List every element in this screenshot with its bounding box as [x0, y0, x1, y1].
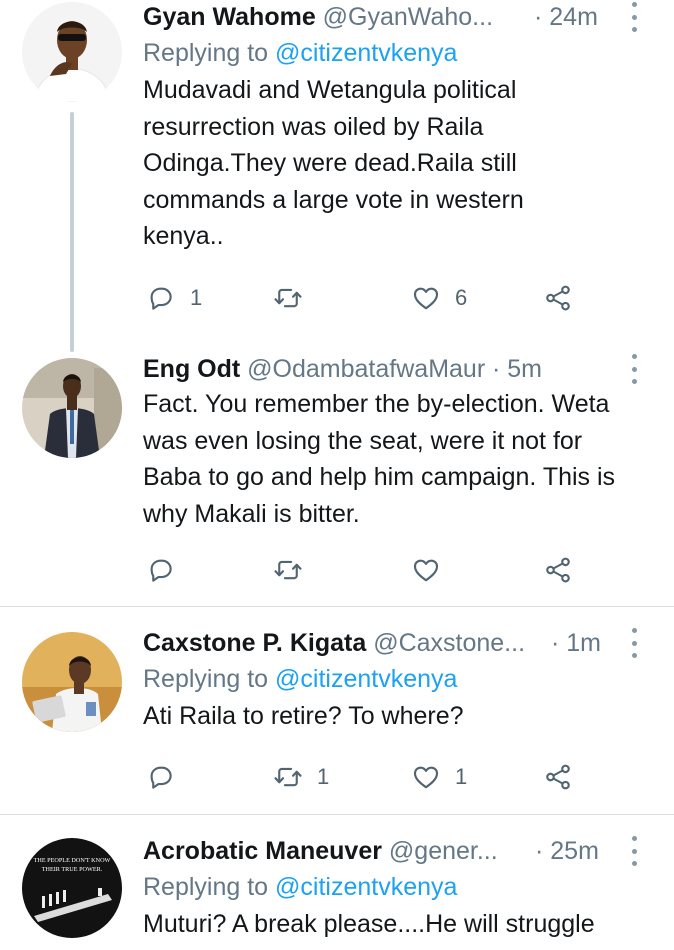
avatar[interactable]	[22, 2, 122, 102]
tweet[interactable]: THE PEOPLE DON'T KNOW THEIR TRUE POWER. …	[0, 834, 674, 950]
tweet-actions: 1 1	[143, 759, 603, 795]
replying-to: Replying to @citizentvkenya	[143, 34, 652, 72]
replying-to-label: Replying to	[143, 39, 269, 67]
mention-link[interactable]: @citizentvkenya	[275, 873, 457, 901]
tweet-text: Muturi? A break please....He will strugg…	[143, 910, 595, 938]
retweet-icon	[273, 762, 303, 792]
tweet-actions	[143, 552, 603, 588]
retweet-count: 1	[317, 764, 330, 789]
author-handle[interactable]: @GyanWaho...	[323, 3, 493, 31]
tweet-header: Gyan Wahome @GyanWaho... · 24m	[143, 0, 652, 34]
replies-feed: Gyan Wahome @GyanWaho... · 24m Replying …	[0, 0, 674, 950]
more-icon[interactable]	[628, 354, 640, 384]
avatar-caption-line: THEIR TRUE POWER.	[42, 866, 103, 873]
tweet[interactable]: Gyan Wahome @GyanWaho... · 24m Replying …	[0, 0, 674, 340]
tweet-text: Fact. You remember the by-election. Weta…	[143, 390, 616, 528]
author-name[interactable]: Eng Odt	[143, 355, 240, 383]
like-button[interactable]	[411, 552, 455, 588]
like-button[interactable]: 6	[411, 280, 467, 316]
reply-icon	[146, 283, 176, 313]
more-icon[interactable]	[628, 628, 640, 658]
share-icon	[543, 555, 573, 585]
avatar[interactable]	[22, 358, 122, 458]
avatar[interactable]	[22, 632, 122, 732]
author-name[interactable]: Gyan Wahome	[143, 3, 316, 31]
more-icon[interactable]	[628, 2, 640, 32]
like-icon	[411, 762, 441, 792]
reply-button[interactable]	[146, 552, 190, 588]
tweet[interactable]: Caxstone P. Kigata @Caxstone... · 1m Rep…	[0, 626, 674, 812]
divider	[0, 814, 674, 815]
retweet-button[interactable]	[273, 552, 317, 588]
tweet-actions: 1 6	[143, 280, 603, 316]
avatar-caption-line: THE PEOPLE DON'T KNOW	[34, 857, 111, 864]
share-icon	[543, 283, 573, 313]
tweet-header: Caxstone P. Kigata @Caxstone... · 1m	[143, 626, 652, 660]
replying-to-label: Replying to	[143, 665, 269, 693]
author-handle[interactable]: @gener...	[389, 837, 498, 865]
replying-to: Replying to @citizentvkenya	[143, 660, 652, 698]
share-icon	[543, 762, 573, 792]
tweet-text: Mudavadi and Wetangula political resurre…	[143, 76, 524, 250]
reply-icon	[146, 555, 176, 585]
like-icon	[411, 283, 441, 313]
like-icon	[411, 555, 441, 585]
share-button[interactable]	[543, 280, 573, 316]
tweet-header: Acrobatic Maneuver @gener... · 25m	[143, 834, 652, 868]
replying-to-label: Replying to	[143, 873, 269, 901]
mention-link[interactable]: @citizentvkenya	[275, 39, 457, 67]
retweet-button[interactable]	[273, 280, 317, 316]
tweet-header: Eng Odt @OdambatafwaMaur · 5m	[143, 352, 652, 386]
mention-link[interactable]: @citizentvkenya	[275, 665, 457, 693]
reply-button[interactable]	[146, 759, 190, 795]
like-count: 1	[455, 764, 468, 789]
avatar[interactable]: THE PEOPLE DON'T KNOW THEIR TRUE POWER.	[22, 838, 122, 938]
author-handle[interactable]: @OdambatafwaMaur	[247, 355, 485, 383]
more-icon[interactable]	[628, 836, 640, 866]
reply-button[interactable]: 1	[146, 280, 202, 316]
like-button[interactable]: 1	[411, 759, 467, 795]
timestamp[interactable]: · 24m	[534, 0, 598, 34]
replying-to: Replying to @citizentvkenya	[143, 868, 652, 906]
author-name[interactable]: Caxstone P. Kigata	[143, 629, 366, 657]
timestamp[interactable]: · 5m	[492, 352, 542, 386]
timestamp[interactable]: · 1m	[551, 626, 601, 660]
author-name[interactable]: Acrobatic Maneuver	[143, 837, 382, 865]
divider	[0, 606, 674, 607]
retweet-icon	[273, 555, 303, 585]
share-button[interactable]	[543, 552, 573, 588]
reply-count: 1	[190, 285, 203, 310]
timestamp[interactable]: · 25m	[535, 834, 599, 868]
tweet[interactable]: Eng Odt @OdambatafwaMaur · 5m Fact. You …	[0, 352, 674, 606]
author-handle[interactable]: @Caxstone...	[373, 629, 525, 657]
like-count: 6	[455, 285, 468, 310]
share-button[interactable]	[543, 759, 573, 795]
tweet-text: Ati Raila to retire? To where?	[143, 702, 464, 730]
retweet-icon	[273, 283, 303, 313]
retweet-button[interactable]: 1	[273, 759, 329, 795]
reply-icon	[146, 762, 176, 792]
